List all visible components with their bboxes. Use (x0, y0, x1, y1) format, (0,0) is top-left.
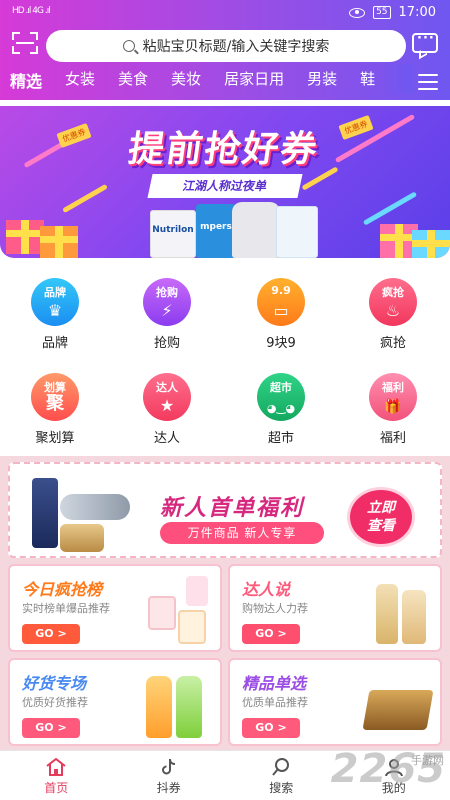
product-bottle (32, 478, 58, 548)
nav-home[interactable]: 首页 (0, 751, 113, 800)
card-title: 达人说 (242, 580, 291, 599)
fire-icon: 疯抢 ♨ (369, 278, 417, 326)
category-label: 抢购 (153, 336, 180, 351)
category-welfare[interactable]: 福利 🎁 福利 (348, 373, 438, 446)
nav-search[interactable]: 搜索 (225, 751, 338, 800)
category-expert[interactable]: 达人 ★ 达人 (122, 373, 212, 446)
menu-icon[interactable] (418, 74, 438, 90)
tab-food[interactable]: 美食 (118, 68, 148, 92)
status-bar: HD .ıl 4G .ıl 55 17:00 (0, 0, 450, 26)
card-title: 精品单选 (242, 674, 307, 693)
category-label: 福利 (379, 431, 406, 446)
category-label: 超市 (267, 431, 294, 446)
banner-subtitle: 江湖人称过夜单 (147, 174, 303, 198)
message-icon[interactable] (412, 31, 438, 53)
banner-title: 提前抢好券 (125, 129, 322, 170)
card-subtitle: 优质好货推荐 (22, 696, 88, 709)
tiktok-icon (158, 757, 180, 777)
search-icon (122, 40, 135, 52)
category-label: 疯抢 (379, 336, 406, 351)
search-icon (270, 757, 292, 777)
promo-section: 新人首单福利 万件商品 新人专享 立即 查看 今日疯抢榜 实时榜单爆品推荐 GO… (0, 456, 450, 756)
card-expert-talk[interactable]: 达人说 购物达人力荐 GO > (228, 564, 442, 652)
scan-icon[interactable] (12, 32, 38, 54)
category-tabs: 精选 女装 美食 美妆 居家日用 男装 鞋 (10, 68, 398, 92)
crown-icon: 品牌 ♛ (31, 278, 79, 326)
banner-tag-left: 优惠券 (56, 122, 92, 149)
tab-beauty[interactable]: 美妆 (171, 68, 201, 92)
product-diapers: mpers (196, 204, 236, 258)
promo-pill: 万件商品 新人专享 (160, 522, 324, 544)
tab-women[interactable]: 女装 (65, 68, 95, 92)
product-tissue (148, 596, 176, 630)
home-icon (45, 757, 67, 777)
card-subtitle: 购物达人力荐 (242, 602, 308, 615)
tab-shoes[interactable]: 鞋 (360, 68, 375, 92)
view-now-button[interactable]: 立即 查看 (350, 490, 412, 544)
card-premium-pick[interactable]: 精品单选 优质单品推荐 GO > (228, 658, 442, 746)
promo-banner[interactable]: 优惠券 优惠券 提前抢好券 江湖人称过夜单 Nutrilon mpers (0, 106, 450, 258)
search-input[interactable]: 粘贴宝贝标题/输入关键字搜索 (46, 30, 406, 62)
promo-title: 新人首单福利 (160, 496, 305, 521)
category-label: 品牌 (41, 336, 68, 351)
card-subtitle: 优质单品推荐 (242, 696, 308, 709)
gift-box-icon (412, 230, 450, 258)
product-jar (60, 524, 104, 552)
card-good-products[interactable]: 好货专场 优质好货推荐 GO > (8, 658, 222, 746)
category-label: 达人 (153, 431, 180, 446)
category-label: 9块9 (266, 336, 296, 351)
product-bottle (176, 676, 202, 738)
lightning-icon: 抢购 ⚡ (143, 278, 191, 326)
ju-icon: 划算聚 (31, 373, 79, 421)
go-button[interactable]: GO > (22, 624, 80, 644)
product-bottle (146, 676, 172, 738)
product-bottle (402, 590, 426, 644)
gift-icon: 福利 🎁 (369, 373, 417, 421)
card-subtitle: 实时榜单爆品推荐 (22, 602, 110, 615)
product-mask-box (276, 206, 318, 258)
tab-featured[interactable]: 精选 (10, 68, 42, 92)
product-stroller (232, 202, 280, 258)
product-bottle (376, 584, 398, 644)
product-milk-can: Nutrilon (150, 210, 196, 258)
eye-icon (349, 7, 366, 18)
category-brand[interactable]: 品牌 ♛ 品牌 (10, 278, 100, 351)
gift-box-icon (40, 226, 78, 258)
product-tissue (186, 576, 208, 606)
card-title: 好货专场 (22, 674, 87, 693)
wallet-icon: 9.9 ▭ (257, 278, 305, 326)
nav-douquan[interactable]: 抖券 (113, 751, 226, 800)
top-header: HD .ıl 4G .ıl 55 17:00 粘贴宝贝标题/输入关键字搜索 精选… (0, 0, 450, 100)
signal-indicator: HD .ıl 4G .ıl (12, 6, 51, 16)
go-button[interactable]: GO > (22, 718, 80, 738)
category-juhuasuan[interactable]: 划算聚 聚划算 (10, 373, 100, 446)
battery-indicator: 55 (373, 6, 391, 19)
star-icon: 达人 ★ (143, 373, 191, 421)
tab-men[interactable]: 男装 (307, 68, 337, 92)
gift-box-icon (6, 220, 44, 254)
product-roller (60, 494, 130, 520)
new-user-banner[interactable]: 新人首单福利 万件商品 新人专享 立即 查看 (8, 462, 442, 558)
category-label: 聚划算 (35, 431, 75, 446)
go-button[interactable]: GO > (242, 718, 300, 738)
clock: 17:00 (398, 5, 436, 20)
cat-icon: 超市 ◕‿◕ (257, 373, 305, 421)
card-title: 今日疯抢榜 (22, 580, 103, 599)
tab-home[interactable]: 居家日用 (224, 68, 284, 92)
go-button[interactable]: GO > (242, 624, 300, 644)
search-placeholder: 粘贴宝贝标题/输入关键字搜索 (142, 39, 330, 55)
category-crazy-buy[interactable]: 疯抢 ♨ 疯抢 (348, 278, 438, 351)
category-9-9[interactable]: 9.9 ▭ 9块9 (236, 278, 326, 351)
category-flash-sale[interactable]: 抢购 ⚡ 抢购 (122, 278, 212, 351)
watermark-text: 手游网 (411, 754, 444, 767)
card-hot-list[interactable]: 今日疯抢榜 实时榜单爆品推荐 GO > (8, 564, 222, 652)
product-chocolate-box (362, 690, 434, 730)
category-supermarket[interactable]: 超市 ◕‿◕ 超市 (236, 373, 326, 446)
product-tissue (178, 610, 206, 644)
